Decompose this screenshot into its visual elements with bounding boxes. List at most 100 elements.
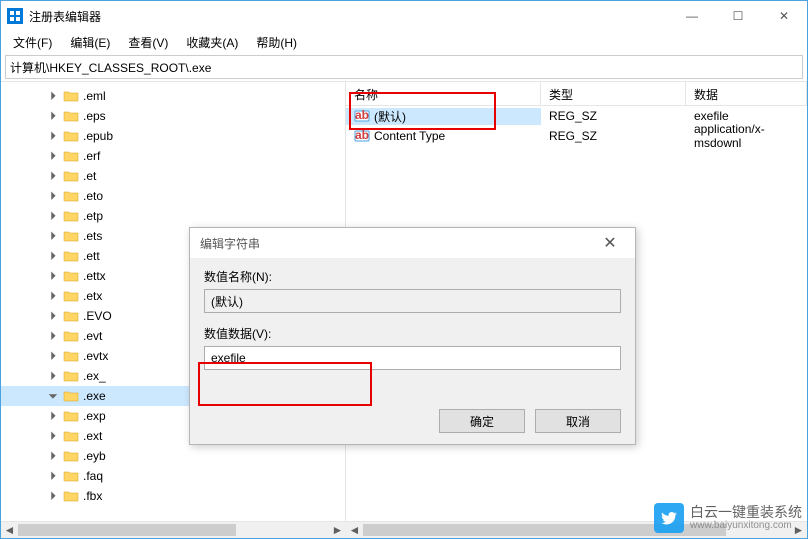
dialog-close-button[interactable]: ✕ (595, 228, 625, 258)
window-title: 注册表编辑器 (29, 8, 669, 25)
tree-item-label: .ets (83, 229, 102, 243)
tree-item[interactable]: ⏵ .faq (1, 466, 345, 486)
expand-icon[interactable]: ⏵ (47, 369, 59, 384)
tree-item-label: .eto (83, 189, 103, 203)
window-controls: — ☐ ✕ (669, 1, 807, 31)
tree-item-label: .et (83, 169, 96, 183)
tree-item-label: .fbx (83, 489, 102, 503)
value-name: Content Type (374, 129, 445, 143)
expand-icon[interactable]: ⏵ (47, 209, 59, 224)
menu-edit[interactable]: 编辑(E) (62, 32, 118, 53)
tree-item-label: .ext (83, 429, 102, 443)
expand-icon[interactable]: ⏵ (47, 189, 59, 204)
address-bar[interactable]: 计算机\HKEY_CLASSES_ROOT\.exe (5, 55, 803, 79)
value-name-field: (默认) (204, 289, 621, 313)
tree-item[interactable]: ⏵ .eto (1, 186, 345, 206)
app-icon (7, 8, 23, 24)
tree-item[interactable]: ⏵ .epub (1, 126, 345, 146)
value-type: REG_SZ (549, 109, 597, 123)
value-data-label: 数值数据(V): (204, 325, 621, 342)
tree-item[interactable]: ⏵ .etp (1, 206, 345, 226)
watermark-icon (654, 503, 684, 533)
tree-item-label: .eyb (83, 449, 106, 463)
tree-item-label: .ett (83, 249, 100, 263)
expand-icon[interactable]: ⏵ (47, 349, 59, 364)
tree-item-label: .exp (83, 409, 106, 423)
tree-item-label: .exe (83, 389, 106, 403)
tree-item-label: .ex_ (83, 369, 106, 383)
watermark-title: 白云一键重装系统 (690, 505, 802, 520)
expand-icon[interactable]: ⏵ (47, 149, 59, 164)
tree-item-label: .erf (83, 149, 100, 163)
dialog-footer: 确定 取消 (190, 398, 635, 444)
tree-item-label: .ettx (83, 269, 106, 283)
cancel-button[interactable]: 取消 (535, 409, 621, 433)
watermark: 白云一键重装系统 www.baiyunxitong.com (654, 503, 802, 533)
expand-icon[interactable]: ⏵ (47, 489, 59, 504)
expand-icon[interactable]: ⏵ (47, 109, 59, 124)
tree-item-label: .evt (83, 329, 102, 343)
tree-item[interactable]: ⏵ .fbx (1, 486, 345, 506)
value-data: exefile (694, 109, 729, 123)
watermark-url: www.baiyunxitong.com (690, 520, 802, 531)
edit-string-dialog: 编辑字符串 ✕ 数值名称(N): (默认) 数值数据(V): 确定 取消 (189, 227, 636, 445)
col-header-data[interactable]: 数据 (686, 82, 807, 105)
scroll-left-icon[interactable]: ◄ (1, 522, 18, 538)
expand-icon[interactable]: ⏵ (47, 309, 59, 324)
menu-help[interactable]: 帮助(H) (248, 32, 305, 53)
tree-item-label: .epub (83, 129, 113, 143)
col-header-name[interactable]: 名称 (346, 82, 541, 105)
expand-icon[interactable]: ⏵ (47, 469, 59, 484)
ok-button[interactable]: 确定 (439, 409, 525, 433)
expand-icon[interactable]: ⏵ (47, 169, 59, 184)
tree-item-label: .etp (83, 209, 103, 223)
menu-favorites[interactable]: 收藏夹(A) (178, 32, 246, 53)
tree-item-label: .EVO (83, 309, 112, 323)
expand-icon[interactable]: ⏵ (47, 289, 59, 304)
tree-item-label: .evtx (83, 349, 108, 363)
tree-item[interactable]: ⏵ .et (1, 166, 345, 186)
tree-item[interactable]: ⏵ .eml (1, 86, 345, 106)
menu-view[interactable]: 查看(V) (120, 32, 176, 53)
tree-item-label: .etx (83, 289, 102, 303)
expand-icon[interactable]: ⏵ (47, 129, 59, 144)
list-row[interactable]: abContent TypeREG_SZapplication/x-msdown… (346, 126, 807, 146)
expand-icon[interactable]: ⏵ (47, 89, 59, 104)
menu-file[interactable]: 文件(F) (5, 32, 60, 53)
scroll-right-icon[interactable]: ► (329, 522, 346, 538)
dialog-titlebar: 编辑字符串 ✕ (190, 228, 635, 258)
value-data-input[interactable] (204, 346, 621, 370)
value-name-label: 数值名称(N): (204, 268, 621, 285)
expand-icon[interactable]: ⏷ (47, 389, 59, 404)
tree-item[interactable]: ⏵ .eyb (1, 446, 345, 466)
tree-item-label: .eps (83, 109, 106, 123)
list-rows: ab(默认)REG_SZexefileabContent TypeREG_SZa… (346, 106, 807, 146)
expand-icon[interactable]: ⏵ (47, 449, 59, 464)
list-header: 名称 类型 数据 (346, 82, 807, 106)
scroll-left-icon[interactable]: ◄ (346, 522, 363, 538)
expand-icon[interactable]: ⏵ (47, 409, 59, 424)
expand-icon[interactable]: ⏵ (47, 329, 59, 344)
tree-hscroll[interactable]: ◄ ► (1, 521, 346, 538)
tree-item-label: .eml (83, 89, 106, 103)
svg-text:ab: ab (355, 108, 369, 122)
value-name: (默认) (374, 108, 406, 125)
close-button[interactable]: ✕ (761, 1, 807, 31)
expand-icon[interactable]: ⏵ (47, 429, 59, 444)
value-type: REG_SZ (549, 129, 597, 143)
tree-item[interactable]: ⏵ .erf (1, 146, 345, 166)
minimize-button[interactable]: — (669, 1, 715, 31)
expand-icon[interactable]: ⏵ (47, 229, 59, 244)
expand-icon[interactable]: ⏵ (47, 269, 59, 284)
tree-item-label: .faq (83, 469, 103, 483)
tree-item[interactable]: ⏵ .eps (1, 106, 345, 126)
col-header-type[interactable]: 类型 (541, 82, 686, 105)
svg-text:ab: ab (355, 128, 369, 142)
dialog-title: 编辑字符串 (200, 235, 595, 252)
expand-icon[interactable]: ⏵ (47, 249, 59, 264)
maximize-button[interactable]: ☐ (715, 1, 761, 31)
value-data: application/x-msdownl (694, 122, 799, 150)
dialog-body: 数值名称(N): (默认) 数值数据(V): (190, 258, 635, 398)
address-text: 计算机\HKEY_CLASSES_ROOT\.exe (10, 59, 211, 76)
menubar: 文件(F) 编辑(E) 查看(V) 收藏夹(A) 帮助(H) (1, 31, 807, 53)
